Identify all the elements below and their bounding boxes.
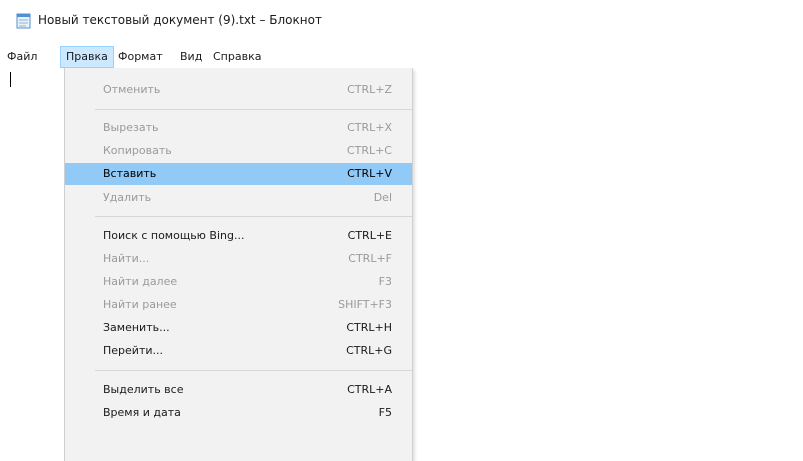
menu-item-label: Удалить <box>103 191 152 204</box>
menu-item-delete[interactable]: Удалить Del <box>65 187 412 209</box>
edit-menu-dropdown: Отменить CTRL+Z Вырезать CTRL+X Копирова… <box>64 68 413 461</box>
menu-item-label: Найти... <box>103 252 150 265</box>
menu-item-undo[interactable]: Отменить CTRL+Z <box>65 79 412 101</box>
menu-item-label: Вырезать <box>103 121 159 134</box>
menu-item-shortcut: CTRL+H <box>346 321 392 334</box>
menu-item-shortcut: CTRL+E <box>347 229 392 242</box>
menu-item-copy[interactable]: Копировать CTRL+C <box>65 140 412 162</box>
menu-separator <box>95 109 412 110</box>
menu-item-goto[interactable]: Перейти... CTRL+G <box>65 340 412 362</box>
title-bar: Новый текстовый документ (9).txt – Блокн… <box>0 0 803 36</box>
menu-edit[interactable]: Правка <box>60 46 114 68</box>
menu-item-shortcut: F3 <box>378 275 392 288</box>
menu-item-label: Найти ранее <box>103 298 177 311</box>
menu-item-shortcut: CTRL+C <box>346 144 392 157</box>
menu-item-label: Перейти... <box>103 344 163 357</box>
menu-format[interactable]: Формат <box>113 46 168 68</box>
menu-item-label: Найти далее <box>103 275 178 288</box>
menu-item-shortcut: CTRL+X <box>347 121 392 134</box>
menu-item-shortcut: CTRL+F <box>348 252 392 265</box>
menu-bar: Файл Правка Формат Вид Справка <box>0 46 803 68</box>
notepad-icon <box>16 13 31 29</box>
menu-item-shortcut: CTRL+V <box>347 167 392 180</box>
menu-item-label: Вставить <box>103 167 157 180</box>
menu-item-cut[interactable]: Вырезать CTRL+X <box>65 117 412 139</box>
menu-view[interactable]: Вид <box>175 46 207 68</box>
menu-item-shortcut: CTRL+G <box>346 344 392 357</box>
menu-item-label: Отменить <box>103 83 161 96</box>
menu-separator <box>95 216 412 217</box>
menu-item-select-all[interactable]: Выделить все CTRL+A <box>65 379 412 401</box>
menu-item-shortcut: SHIFT+F3 <box>338 298 392 311</box>
menu-item-find-next[interactable]: Найти далее F3 <box>65 271 412 293</box>
menu-item-find-previous[interactable]: Найти ранее SHIFT+F3 <box>65 294 412 316</box>
menu-item-paste[interactable]: Вставить CTRL+V <box>65 163 412 185</box>
menu-item-label: Выделить все <box>103 383 184 396</box>
menu-help[interactable]: Справка <box>208 46 266 68</box>
menu-item-label: Копировать <box>103 144 172 157</box>
window-title: Новый текстовый документ (9).txt – Блокн… <box>38 13 322 27</box>
menu-item-find[interactable]: Найти... CTRL+F <box>65 248 412 270</box>
menu-file[interactable]: Файл <box>2 46 42 68</box>
menu-item-label: Время и дата <box>103 406 181 419</box>
menu-item-shortcut: F5 <box>378 406 392 419</box>
menu-item-replace[interactable]: Заменить... CTRL+H <box>65 317 412 339</box>
menu-item-shortcut: Del <box>373 191 392 204</box>
menu-item-time-date[interactable]: Время и дата F5 <box>65 402 412 424</box>
menu-item-search-bing[interactable]: Поиск с помощью Bing... CTRL+E <box>65 225 412 247</box>
menu-separator <box>95 370 412 371</box>
menu-item-label: Поиск с помощью Bing... <box>103 229 245 242</box>
menu-item-label: Заменить... <box>103 321 170 334</box>
notepad-window: Новый текстовый документ (9).txt – Блокн… <box>0 0 803 461</box>
menu-item-shortcut: CTRL+Z <box>347 83 392 96</box>
menu-item-shortcut: CTRL+A <box>347 383 392 396</box>
